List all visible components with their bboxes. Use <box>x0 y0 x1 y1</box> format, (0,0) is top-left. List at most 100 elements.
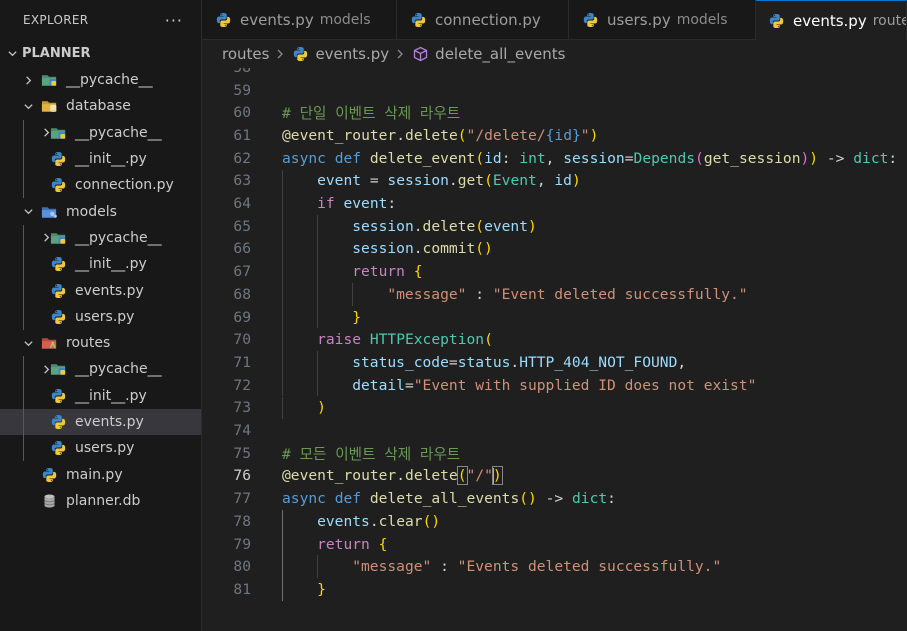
code-token: . <box>413 240 423 258</box>
code-token: dict <box>572 490 608 508</box>
tree-item-main-py[interactable]: main.py <box>0 461 201 487</box>
tree-item-connection-py[interactable]: connection.py <box>0 172 201 199</box>
breadcrumb-file-label: events.py <box>315 45 390 63</box>
code-token: ) <box>809 149 819 167</box>
code-line[interactable]: 62 async def delete_event(id: int, sessio… <box>202 147 907 170</box>
code-line[interactable]: 58 <box>202 68 907 79</box>
tab-description: models <box>319 12 371 28</box>
tree-item-label: users.py <box>75 308 135 325</box>
code-token: : <box>501 149 520 167</box>
code-line[interactable]: 80 "message" : "Events deleted successful… <box>202 555 907 579</box>
code-line[interactable]: 73) <box>202 396 907 420</box>
tree-item-database[interactable]: database <box>0 93 201 119</box>
tab-events-py-routes[interactable]: events.py routes <box>756 0 907 40</box>
editor-tab-bar: events.py models connection.py users.py mode… <box>202 0 907 40</box>
tree-item-label: __pycache__ <box>75 361 162 378</box>
method-cube-icon <box>411 46 429 62</box>
explorer-title: EXPLORER <box>23 13 89 27</box>
code-token: get_session <box>703 149 801 167</box>
chevron-right-icon <box>22 74 34 86</box>
routes-folder-icon <box>40 335 58 351</box>
tree-item-pycache[interactable]: __pycache__ <box>0 119 201 146</box>
code-token: ( <box>475 149 485 167</box>
tab-events-py-models[interactable]: events.py models <box>202 0 397 40</box>
tree-item-users-py[interactable]: users.py <box>0 435 201 462</box>
tree-item-pycache[interactable]: __pycache__ <box>0 356 201 383</box>
tree-item-label: events.py <box>75 414 144 430</box>
code-token: # 모든 이벤트 삭제 라우트 <box>282 445 461 463</box>
tree-item-init-py[interactable]: __init__.py <box>0 145 201 173</box>
code-token: def <box>334 149 362 167</box>
tree-item-events-py[interactable]: events.py <box>0 408 201 436</box>
code-text: } <box>317 581 326 598</box>
code-line[interactable]: 67 return { <box>202 260 907 283</box>
tree-item-init-py[interactable]: __init__.py <box>0 251 201 278</box>
tree-item-routes[interactable]: routes <box>0 330 201 356</box>
indent-guide <box>282 532 283 556</box>
tree-item-pycache[interactable]: __pycache__ <box>0 67 201 93</box>
line-number: 64 <box>233 195 251 213</box>
code-line[interactable]: 61 @event_router.delete("/delete/{id}") <box>202 124 907 147</box>
chevron-down-icon <box>22 206 34 218</box>
code-line[interactable]: 66 session.commit() <box>202 237 907 261</box>
code-line[interactable]: 69} <box>202 305 907 329</box>
line-number: 65 <box>233 217 251 235</box>
breadcrumb-file[interactable]: events.py <box>291 45 389 63</box>
indent-guide <box>282 328 283 352</box>
code-line[interactable]: 81} <box>202 578 907 601</box>
code-token: delete_all_events <box>369 490 520 508</box>
code-line[interactable]: 75 # 모든 이벤트 삭제 라우트 <box>202 442 907 465</box>
tab-users-py-models[interactable]: users.py models <box>569 0 756 40</box>
code-line[interactable]: 63 event = session.get(Event, id) <box>202 169 907 193</box>
code-line[interactable]: 78 events.clear() <box>202 510 907 533</box>
code-line[interactable]: 74 <box>202 419 907 442</box>
code-token: ) <box>589 126 599 144</box>
code-line[interactable]: 71 status_code=status.HTTP_404_NOT_FOUND, <box>202 351 907 374</box>
tree-root-planner[interactable]: PLANNER <box>0 40 201 67</box>
tree-item-planner-db[interactable]: planner.db <box>0 488 201 514</box>
code-token: if <box>317 195 335 213</box>
code-token: # 단일 이벤트 삭제 라우트 <box>282 105 461 123</box>
line-number: 69 <box>233 308 251 326</box>
code-line[interactable]: 64 if event: <box>202 192 907 215</box>
indent-guide <box>317 237 319 261</box>
tab-connection-py[interactable]: connection.py <box>397 0 569 40</box>
tree-item-pycache[interactable]: __pycache__ <box>0 224 201 252</box>
code-editor[interactable]: 585960# 단일 이벤트 삭제 라우트61@event_router.del… <box>202 68 907 631</box>
code-line[interactable]: 72 detail="Event with supplied ID does no… <box>202 373 907 397</box>
code-text: status_code=status.HTTP_404_NOT_FOUND, <box>352 354 686 371</box>
code-line[interactable]: 70 raise HTTPException( <box>202 328 907 352</box>
tree-item-models[interactable]: models <box>0 198 201 224</box>
tree-item-events-py[interactable]: events.py <box>0 277 201 304</box>
indent-guide <box>282 192 283 215</box>
chevron-right-icon <box>395 48 405 60</box>
code-token: "message" <box>387 285 467 303</box>
line-number: 81 <box>233 580 251 598</box>
code-token: Depends <box>633 149 696 167</box>
code-line[interactable]: 59 <box>202 79 907 102</box>
indent-guide <box>282 351 283 374</box>
code-line[interactable]: 65 session.delete(event) <box>202 214 907 238</box>
code-line[interactable]: 77 async def delete_all_events() -> dict: <box>202 487 907 510</box>
code-line[interactable]: 79 return { <box>202 532 907 556</box>
breadcrumb-folder[interactable]: routes <box>222 45 269 63</box>
tree-item-init-py[interactable]: __init__.py <box>0 382 201 409</box>
code-line[interactable]: 60 # 단일 이벤트 삭제 라우트 <box>202 101 907 124</box>
code-token: , <box>677 353 687 371</box>
tree-item-users-py[interactable]: users.py <box>0 303 201 330</box>
code-token: "/delete/ <box>466 126 546 144</box>
code-token: ( <box>484 172 493 190</box>
more-actions-button[interactable]: ··· <box>165 11 183 30</box>
breadcrumb-symbol[interactable]: delete_all_events <box>411 45 566 63</box>
code-text: event = session.get(Event, id) <box>317 172 581 189</box>
line-number: 67 <box>233 263 251 281</box>
models-folder-icon <box>40 204 58 220</box>
tab-label: users.py <box>607 11 671 29</box>
code-line[interactable]: 76 @event_router.delete("/") <box>202 465 907 488</box>
code-token: session <box>352 240 414 258</box>
line-number: 80 <box>233 558 251 576</box>
breadcrumb-symbol-label: delete_all_events <box>435 45 566 63</box>
code-line[interactable]: 68 "message" : "Event deleted successfull… <box>202 283 907 306</box>
